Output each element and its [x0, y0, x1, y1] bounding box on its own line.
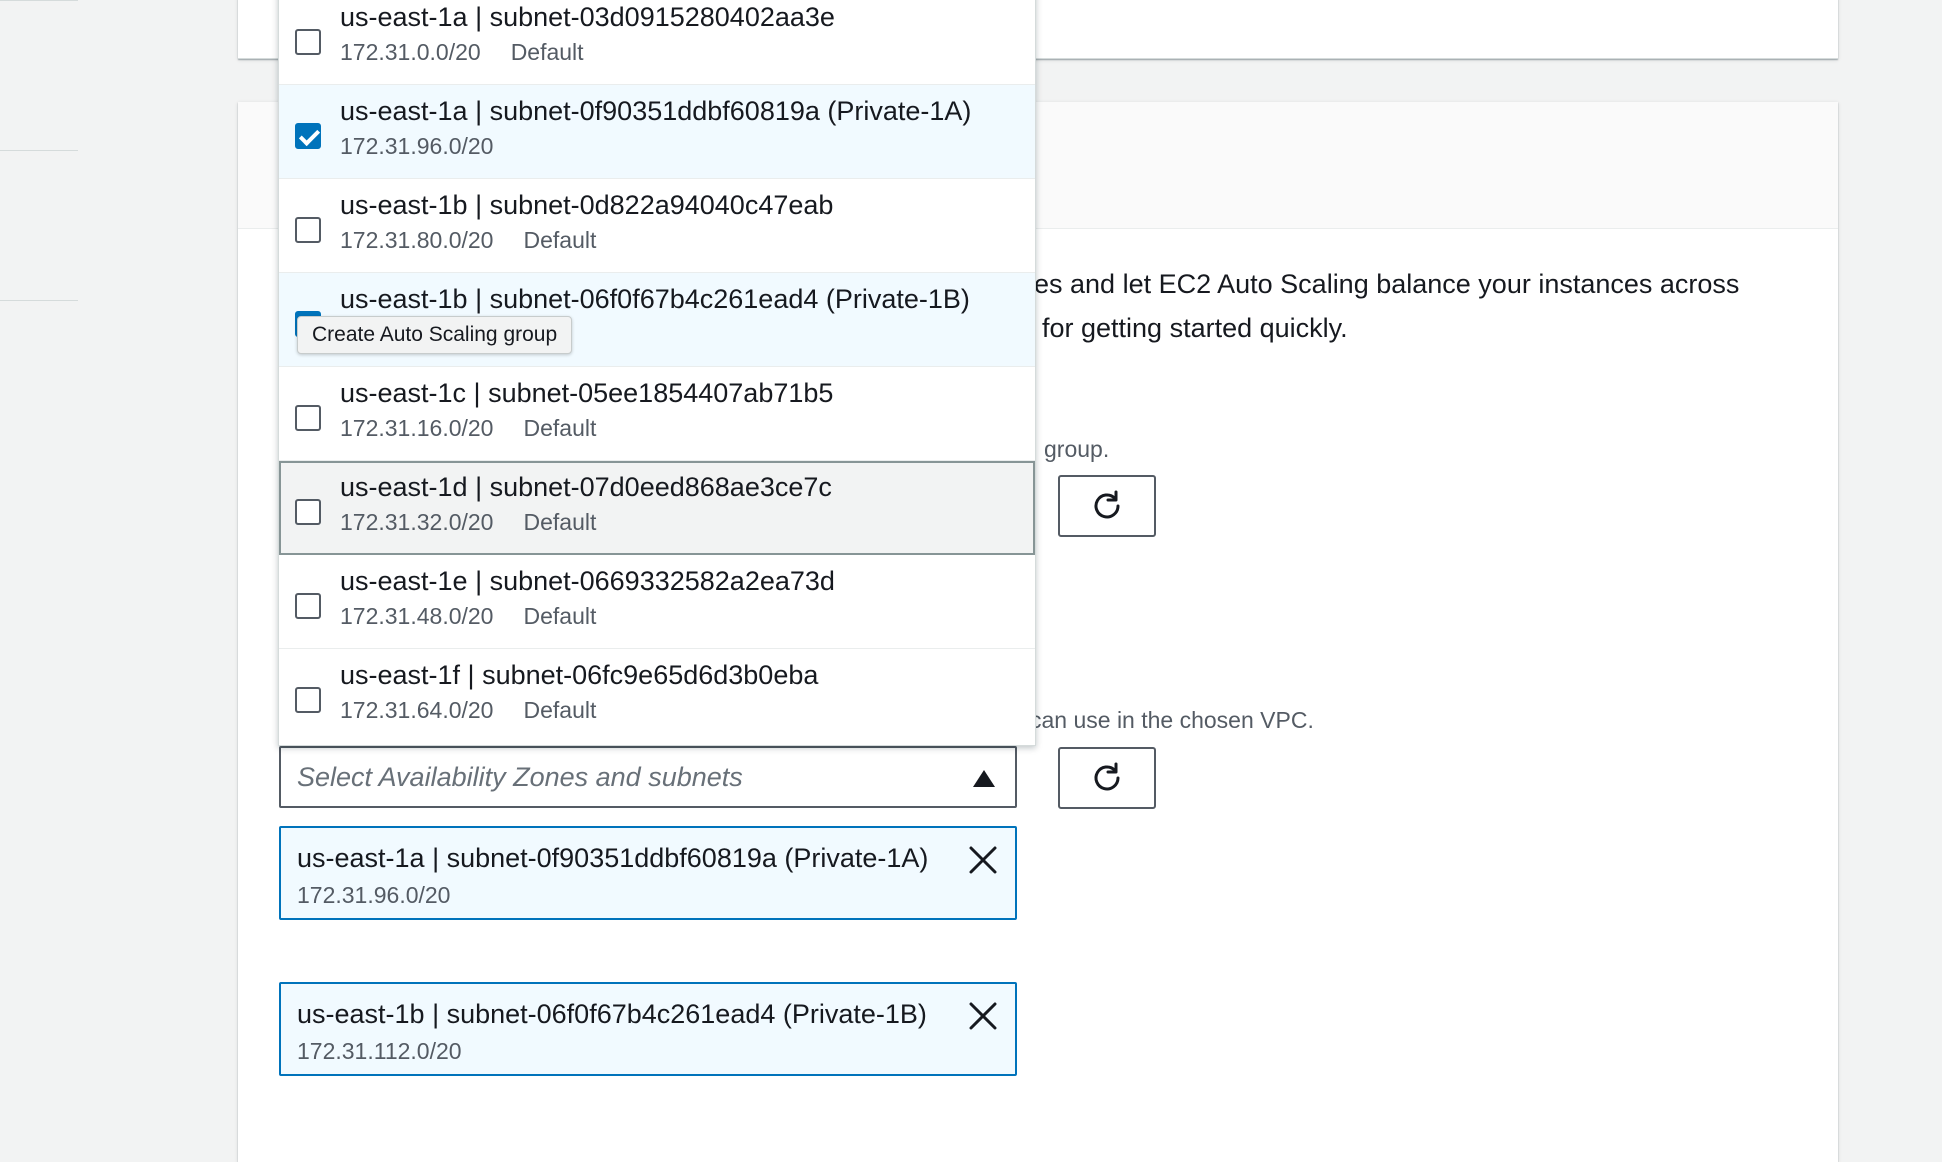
tooltip: Create Auto Scaling group [297, 316, 573, 354]
selected-subnet-token: us-east-1b | subnet-06f0f67b4c261ead4 (P… [279, 982, 1017, 1076]
description-line-2: for getting started quickly. [1042, 313, 1348, 343]
sidebar-divider [0, 150, 78, 151]
description-line-1: es and let EC2 Auto Scaling balance your… [1034, 269, 1740, 299]
option-checkbox[interactable] [295, 123, 321, 149]
option-title: us-east-1f | subnet-06fc9e65d6d3b0eba [340, 660, 819, 690]
subnet-option[interactable]: us-east-1e | subnet-0669332582a2ea73d 17… [279, 555, 1035, 649]
option-cidr: 172.31.16.0/20 [340, 415, 494, 441]
option-tag: Default [523, 227, 597, 253]
option-checkbox[interactable] [295, 499, 321, 525]
option-tag: Default [523, 603, 597, 629]
refresh-icon [1094, 490, 1120, 519]
option-tag: Default [510, 39, 584, 65]
option-checkbox[interactable] [295, 593, 321, 619]
close-icon[interactable] [967, 844, 999, 876]
option-checkbox[interactable] [295, 405, 321, 431]
network-hint: can use in the chosen VPC. [1030, 707, 1314, 733]
option-title: us-east-1d | subnet-07d0eed868ae3ce7c [340, 472, 832, 502]
subnet-option[interactable]: us-east-1f | subnet-06fc9e65d6d3b0eba 17… [279, 649, 1035, 743]
token-title: us-east-1a | subnet-0f90351ddbf60819a (P… [297, 843, 929, 873]
sidebar-divider [0, 0, 78, 1]
subnets-select[interactable]: Select Availability Zones and subnets [279, 746, 1017, 808]
subnets-select-placeholder: Select Availability Zones and subnets [297, 762, 743, 792]
subnet-option[interactable]: us-east-1a | subnet-0f90351ddbf60819a (P… [279, 85, 1035, 179]
token-cidr: 172.31.112.0/20 [297, 1038, 462, 1064]
option-tag: Default [523, 415, 597, 441]
option-cidr: 172.31.80.0/20 [340, 227, 494, 253]
option-title: us-east-1a | subnet-0f90351ddbf60819a (P… [340, 96, 972, 126]
option-title: us-east-1b | subnet-06f0f67b4c261ead4 (P… [340, 284, 970, 314]
close-icon[interactable] [967, 1000, 999, 1032]
subnet-option[interactable]: us-east-1d | subnet-07d0eed868ae3ce7c 17… [279, 461, 1035, 555]
selected-subnet-token: us-east-1a | subnet-0f90351ddbf60819a (P… [279, 826, 1017, 920]
subnet-option[interactable]: us-east-1c | subnet-05ee1854407ab71b5 17… [279, 367, 1035, 461]
token-title: us-east-1b | subnet-06f0f67b4c261ead4 (P… [297, 999, 927, 1029]
option-title: us-east-1b | subnet-0d822a94040c47eab [340, 190, 834, 220]
option-tag: Default [523, 697, 597, 723]
option-title: us-east-1a | subnet-03d0915280402aa3e [340, 2, 835, 32]
option-cidr: 172.31.0.0/20 [340, 39, 481, 65]
option-checkbox[interactable] [295, 217, 321, 243]
subnets-dropdown-list: us-east-1a | subnet-03d0915280402aa3e 17… [278, 0, 1036, 746]
option-cidr: 172.31.96.0/20 [340, 133, 494, 159]
refresh-icon [1094, 762, 1120, 791]
option-checkbox[interactable] [295, 29, 321, 55]
token-cidr: 172.31.96.0/20 [297, 882, 451, 908]
subnets-refresh-button[interactable] [1058, 747, 1156, 809]
launch-template-refresh-button[interactable] [1058, 475, 1156, 537]
option-tag: Default [523, 509, 597, 535]
option-cidr: 172.31.32.0/20 [340, 509, 494, 535]
subnet-option[interactable]: us-east-1b | subnet-0d822a94040c47eab 17… [279, 179, 1035, 273]
option-checkbox[interactable] [295, 687, 321, 713]
option-title: us-east-1c | subnet-05ee1854407ab71b5 [340, 378, 834, 408]
option-cidr: 172.31.64.0/20 [340, 697, 494, 723]
sidebar-divider [0, 300, 78, 301]
subnet-option[interactable]: us-east-1a | subnet-03d0915280402aa3e 17… [279, 0, 1035, 85]
option-cidr: 172.31.48.0/20 [340, 603, 494, 629]
launch-template-hint: group. [1044, 436, 1110, 462]
option-title: us-east-1e | subnet-0669332582a2ea73d [340, 566, 835, 596]
caret-up-icon [973, 770, 995, 787]
